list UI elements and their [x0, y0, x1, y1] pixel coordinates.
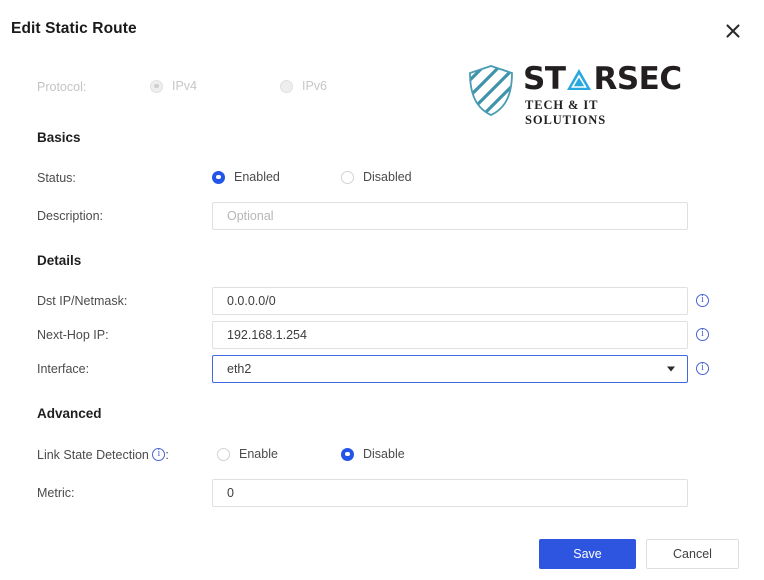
interface-value: eth2 [227, 362, 252, 376]
link-state-row: Link State Detection : Enable Disable [0, 440, 764, 470]
section-heading-advanced: Advanced [37, 406, 102, 421]
interface-info-icon[interactable] [696, 362, 709, 376]
protocol-option-ipv4-label: IPv4 [172, 79, 198, 93]
radio-icon [217, 447, 230, 461]
link-state-option-enable[interactable]: Enable [217, 447, 278, 461]
dst-ip-info-icon[interactable] [696, 294, 709, 308]
status-row: Status: Enabled Disabled [0, 163, 764, 193]
dst-ip-value: 0.0.0.0/0 [227, 294, 276, 308]
section-heading-basics: Basics [37, 130, 81, 145]
link-state-option-enable-label: Enable [239, 447, 278, 461]
metric-input[interactable]: 0 [212, 479, 688, 507]
status-option-enabled-label: Enabled [234, 170, 280, 184]
next-hop-info-icon[interactable] [696, 328, 709, 342]
radio-icon [280, 79, 293, 93]
close-icon[interactable] [722, 20, 744, 42]
dst-ip-label: Dst IP/Netmask: [37, 294, 128, 308]
metric-value: 0 [227, 486, 234, 500]
page-title: Edit Static Route [11, 20, 137, 37]
logo-tagline: TECH & IT SOLUTIONS [525, 98, 607, 127]
description-input-placeholder: Optional [227, 209, 274, 223]
radio-icon [341, 170, 354, 184]
next-hop-row: Next-Hop IP: 192.168.1.254 [0, 320, 764, 350]
next-hop-input[interactable]: 192.168.1.254 [212, 321, 688, 349]
section-heading-details: Details [37, 253, 82, 268]
cancel-button[interactable]: Cancel [646, 539, 739, 569]
protocol-option-ipv4: IPv4 [150, 79, 197, 93]
dst-ip-row: Dst IP/Netmask: 0.0.0.0/0 [0, 286, 764, 316]
link-state-option-disable-label: Disable [363, 447, 405, 461]
status-option-disabled-label: Disabled [363, 170, 412, 184]
description-label: Description: [37, 209, 103, 223]
metric-row: Metric: 0 [0, 478, 764, 508]
metric-label: Metric: [37, 486, 75, 500]
save-button[interactable]: Save [539, 539, 636, 569]
interface-row: Interface: eth2 [0, 354, 764, 384]
status-option-disabled[interactable]: Disabled [341, 170, 412, 184]
interface-label: Interface: [37, 362, 90, 376]
description-input[interactable]: Optional [212, 202, 688, 230]
chevron-down-icon[interactable] [667, 366, 675, 372]
radio-icon [341, 447, 354, 461]
next-hop-value: 192.168.1.254 [227, 328, 307, 342]
radio-icon [150, 79, 163, 93]
protocol-option-ipv6: IPv6 [280, 79, 327, 93]
protocol-option-ipv6-label: IPv6 [302, 79, 328, 93]
status-option-enabled[interactable]: Enabled [212, 170, 280, 184]
radio-icon [212, 170, 225, 184]
description-row: Description: Optional [0, 201, 764, 231]
protocol-row: Protocol: IPv4 IPv6 [0, 72, 764, 102]
dst-ip-input[interactable]: 0.0.0.0/0 [212, 287, 688, 315]
link-state-option-disable[interactable]: Disable [341, 447, 405, 461]
interface-select[interactable]: eth2 [212, 355, 688, 383]
next-hop-label: Next-Hop IP: [37, 328, 109, 342]
